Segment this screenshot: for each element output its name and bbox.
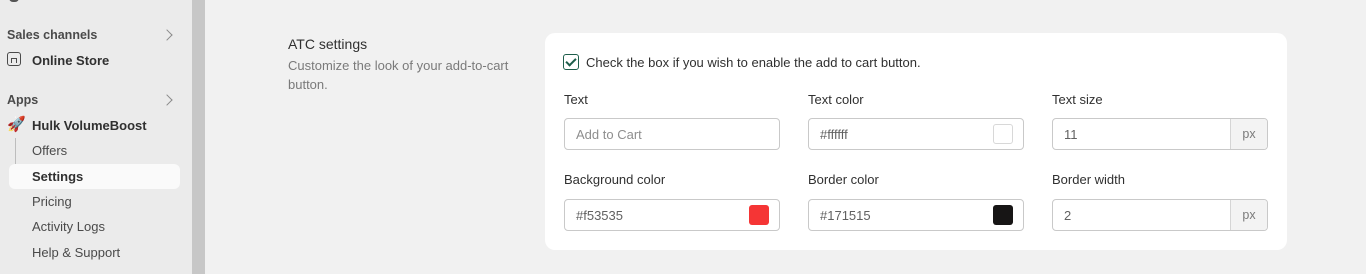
text-field[interactable]	[564, 118, 780, 150]
text-size-unit: px	[1230, 119, 1267, 149]
text-color-field[interactable]	[808, 118, 1024, 150]
apps-heading[interactable]: Apps	[7, 93, 38, 107]
sidebar-item-app[interactable]: 🚀 Hulk VolumeBoost	[7, 115, 147, 135]
sales-channels-heading[interactable]: Sales channels	[7, 28, 97, 42]
sidebar-scrollbar[interactable]	[192, 0, 205, 274]
border-width-unit: px	[1230, 200, 1267, 230]
sidebar-item-online-store[interactable]: Online Store	[7, 50, 109, 70]
sidebar-item-pricing[interactable]: Pricing	[32, 194, 72, 209]
sidebar: Sales channels Online Store Apps 🚀 Hulk …	[0, 0, 192, 274]
sidebar-item-help-support[interactable]: Help & Support	[32, 245, 120, 260]
text-label: Text	[564, 92, 588, 107]
border-color-swatch[interactable]	[993, 205, 1013, 225]
home-icon	[9, 0, 19, 2]
border-color-input[interactable]	[809, 200, 993, 230]
section-description: Customize the look of your add-to-cart b…	[288, 58, 509, 92]
enable-atc-checkbox-row[interactable]: Check the box if you wish to enable the …	[563, 54, 921, 70]
text-size-label: Text size	[1052, 92, 1103, 107]
text-input[interactable]	[565, 119, 779, 149]
enable-atc-checkbox-label: Check the box if you wish to enable the …	[586, 54, 921, 70]
background-color-input[interactable]	[565, 200, 749, 230]
rocket-icon: 🚀	[7, 116, 26, 133]
text-size-input[interactable]	[1053, 119, 1230, 149]
border-width-input[interactable]	[1053, 200, 1230, 230]
sidebar-item-settings[interactable]: Settings	[9, 164, 180, 189]
store-icon	[7, 52, 23, 68]
border-width-label: Border width	[1052, 172, 1125, 187]
background-color-swatch[interactable]	[749, 205, 769, 225]
sidebar-item-offers[interactable]: Offers	[32, 143, 67, 158]
border-color-label: Border color	[808, 172, 879, 187]
enable-atc-checkbox[interactable]	[563, 54, 579, 70]
text-color-label: Text color	[808, 92, 864, 107]
text-size-field[interactable]: px	[1052, 118, 1268, 150]
sidebar-item-label: Hulk VolumeBoost	[32, 117, 147, 133]
sidebar-item-label: Online Store	[32, 52, 110, 68]
border-color-field[interactable]	[808, 199, 1024, 231]
chevron-right-icon[interactable]	[161, 29, 173, 41]
text-color-input[interactable]	[809, 119, 993, 149]
section-title: ATC settings	[288, 36, 368, 52]
background-color-field[interactable]	[564, 199, 780, 231]
text-color-swatch[interactable]	[993, 124, 1013, 144]
border-width-field[interactable]: px	[1052, 199, 1268, 231]
sidebar-item-activity-logs[interactable]: Activity Logs	[32, 219, 105, 234]
chevron-right-icon[interactable]	[161, 94, 173, 106]
background-color-label: Background color	[564, 172, 666, 187]
